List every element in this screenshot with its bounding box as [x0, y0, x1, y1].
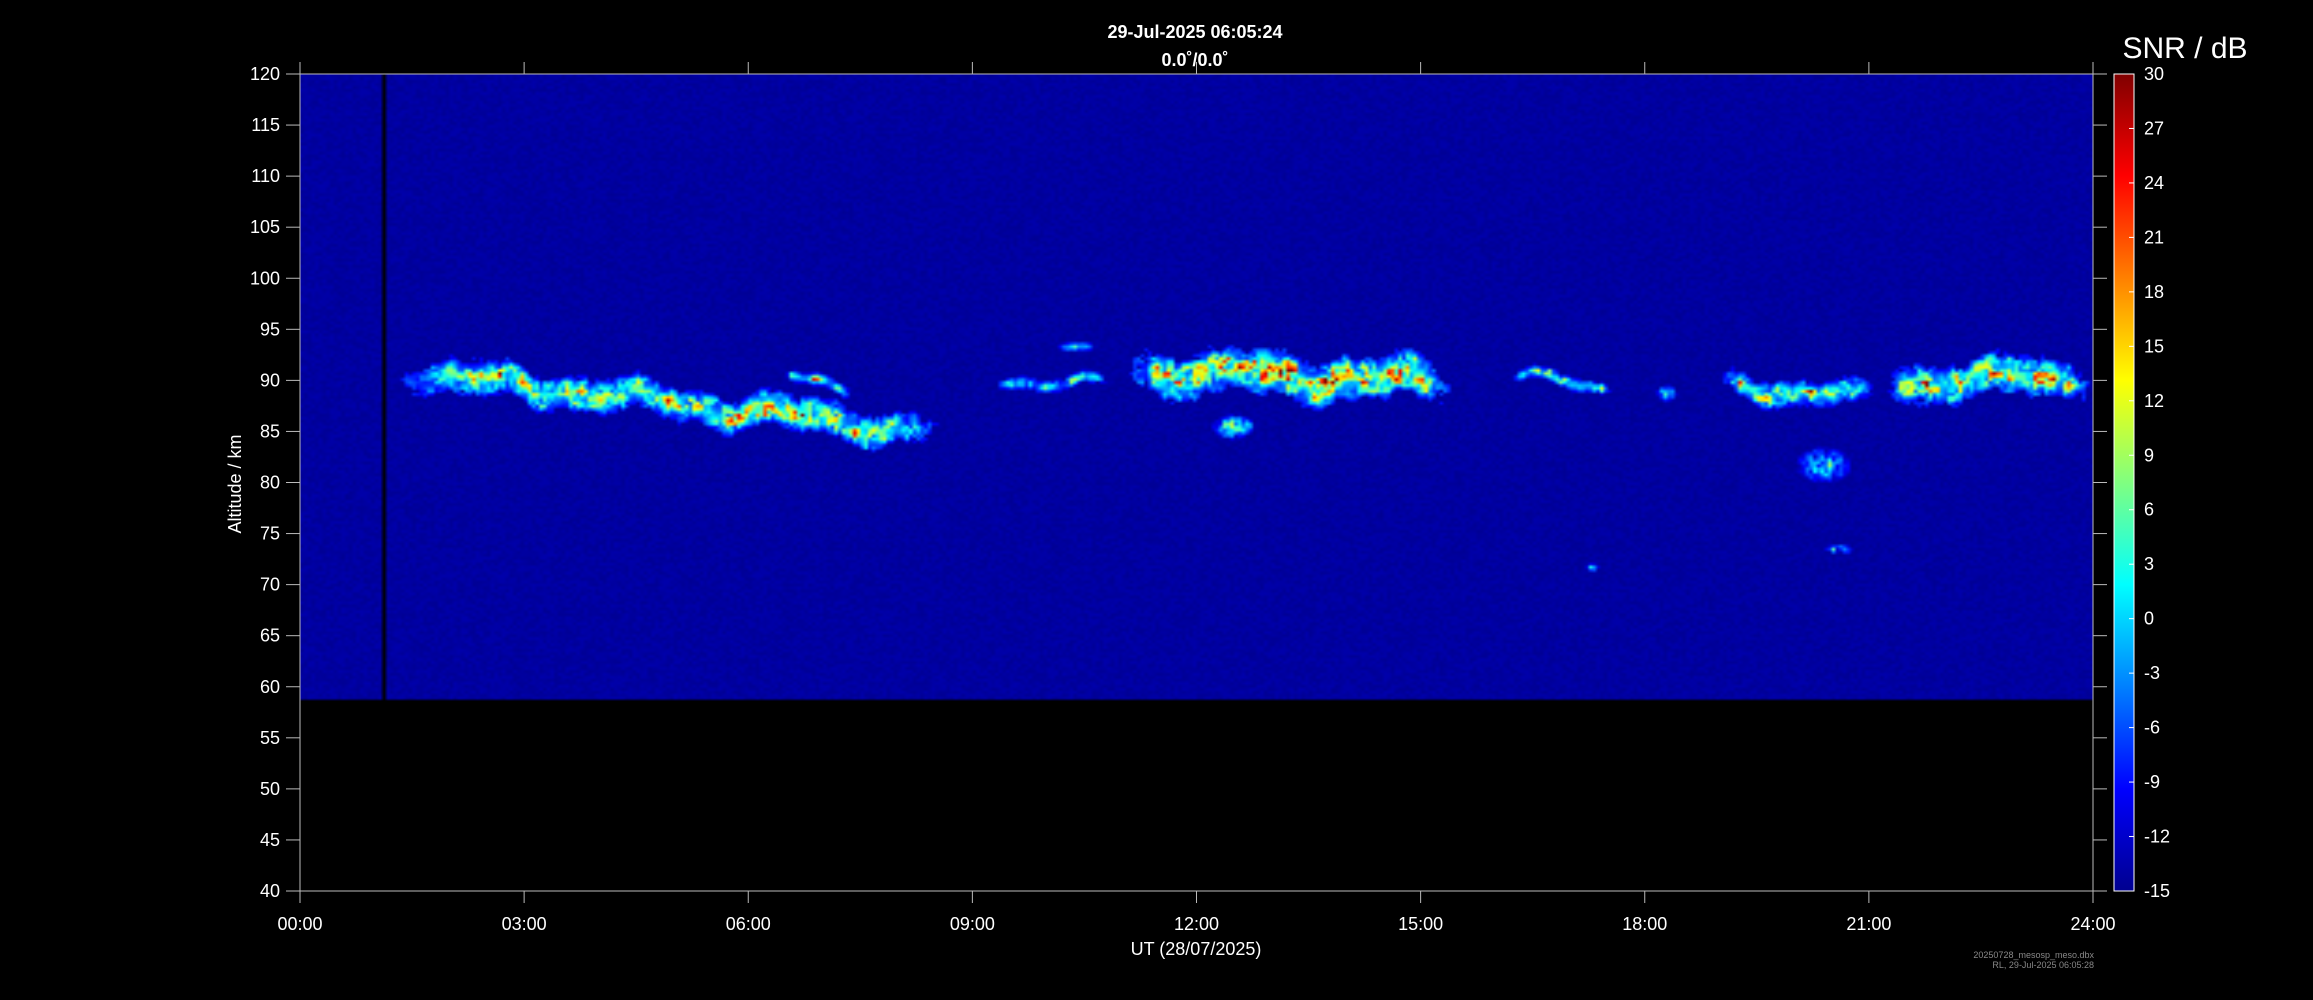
y-tick-label: 110 — [251, 166, 280, 186]
snr-heatmap-chart: 29-Jul-2025 06:05:24 0.0˚/0.0˚ 120115110… — [0, 0, 2313, 1000]
colorbar — [2113, 73, 2135, 892]
x-tick-label: 12:00 — [1174, 914, 1219, 934]
x-tick-label: 06:00 — [726, 914, 771, 934]
colorbar-tick-label: -12 — [2144, 827, 2170, 847]
footer-timestamp: RL, 29-Jul-2025 06:05:28 — [1992, 960, 2094, 970]
colorbar-tick-label: -15 — [2144, 881, 2170, 901]
y-tick-label: 55 — [260, 728, 280, 748]
y-axis-label: Altitude / km — [225, 434, 245, 533]
x-tick-label: 24:00 — [2070, 914, 2115, 934]
x-tick-label: 00:00 — [277, 914, 322, 934]
colorbar-tick-label: 3 — [2144, 554, 2154, 574]
y-tick-label: 75 — [260, 524, 280, 544]
colorbar-tick-label: 30 — [2144, 64, 2164, 84]
y-tick-label: 100 — [250, 268, 280, 288]
colorbar-tick-label: 21 — [2144, 227, 2164, 247]
x-tick-label: 21:00 — [1846, 914, 1891, 934]
colorbar-tick-label: 12 — [2144, 391, 2164, 411]
x-tick-label: 03:00 — [502, 914, 547, 934]
y-tick-label: 105 — [250, 217, 280, 237]
y-tick-label: 45 — [260, 830, 280, 850]
colorbar-tick-label: -6 — [2144, 718, 2160, 738]
x-tick-label: 09:00 — [950, 914, 995, 934]
colorbar-tick-label: 15 — [2144, 336, 2164, 356]
chart-subtitle: 0.0˚/0.0˚ — [1161, 50, 1228, 70]
colorbar-tick-label: -3 — [2144, 663, 2160, 683]
footer-filename: 20250728_mesosp_meso.dbx — [1973, 950, 2094, 960]
y-tick-label: 40 — [260, 881, 280, 901]
colorbar-tick-label: 24 — [2144, 173, 2164, 193]
y-tick-label: 90 — [260, 370, 280, 390]
y-tick-label: 85 — [260, 421, 280, 441]
y-tick-label: 115 — [251, 115, 280, 135]
chart-title: 29-Jul-2025 06:05:24 — [1107, 22, 1282, 42]
y-tick-label: 120 — [250, 64, 280, 84]
y-tick-label: 70 — [260, 575, 280, 595]
colorbar-tick-label: 18 — [2144, 282, 2164, 302]
y-tick-label: 95 — [260, 319, 280, 339]
y-tick-label: 60 — [260, 677, 280, 697]
x-tick-label: 18:00 — [1622, 914, 1667, 934]
x-axis-label: UT (28/07/2025) — [1131, 939, 1262, 959]
y-tick-label: 65 — [260, 626, 280, 646]
colorbar-tick-label: -9 — [2144, 772, 2160, 792]
colorbar-tick-label: 27 — [2144, 118, 2164, 138]
colorbar-tick-label: 0 — [2144, 609, 2154, 629]
y-tick-label: 80 — [260, 473, 280, 493]
colorbar-tick-label: 6 — [2144, 500, 2154, 520]
y-tick-label: 50 — [260, 779, 280, 799]
x-tick-label: 15:00 — [1398, 914, 1443, 934]
heatmap-image — [300, 74, 2093, 789]
colorbar-title: SNR / dB — [2122, 32, 2247, 65]
colorbar-tick-label: 9 — [2144, 445, 2154, 465]
